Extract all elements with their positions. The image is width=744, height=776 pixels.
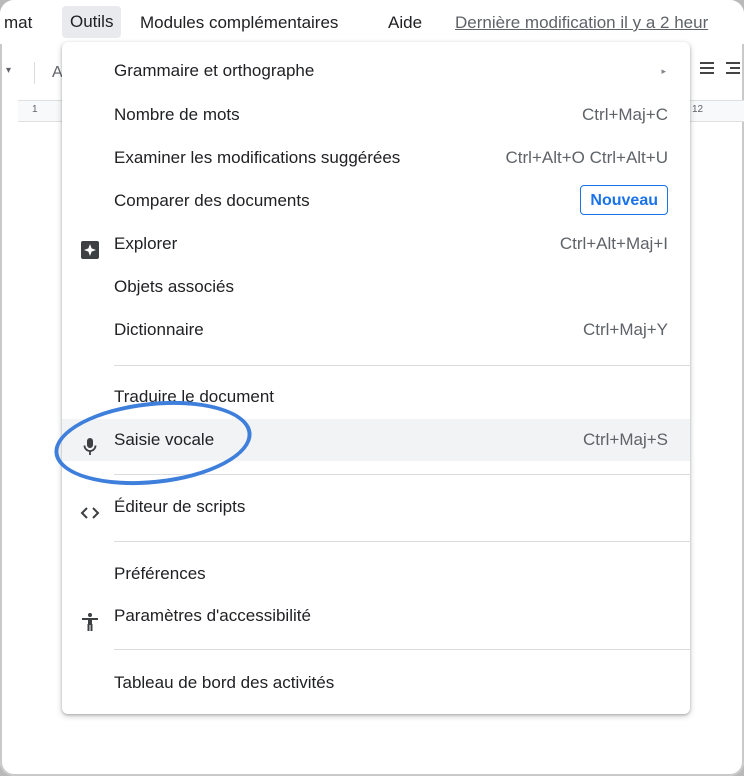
menu-aide[interactable]: Aide xyxy=(388,12,422,34)
menu-item-preferences[interactable]: Préférences xyxy=(62,553,690,595)
code-icon xyxy=(80,497,100,519)
align-right-icon[interactable] xyxy=(726,62,740,78)
menu-separator xyxy=(114,541,690,542)
toolbar-divider xyxy=(34,62,35,84)
menu-item-explorer[interactable]: Explorer Ctrl+Alt+Maj+I xyxy=(62,223,690,265)
menu-item-label: Saisie vocale xyxy=(114,430,215,449)
new-badge: Nouveau xyxy=(580,185,668,215)
ruler-mark-right: 12 xyxy=(692,104,704,115)
menu-separator xyxy=(114,474,690,475)
menu-item-shortcut: Ctrl+Alt+Maj+I xyxy=(559,234,668,253)
menu-item-objets-associes[interactable]: Objets associés xyxy=(62,266,690,308)
menu-item-traduire-document[interactable]: Traduire le document xyxy=(62,376,690,418)
submenu-arrow-icon: ▸ xyxy=(661,66,666,76)
menu-item-label: Préférences xyxy=(114,564,206,583)
menu-bar: mat Outils Modules complémentaires Aide … xyxy=(0,0,744,44)
menu-item-nombre-de-mots[interactable]: Nombre de mots Ctrl+Maj+C xyxy=(62,94,690,136)
explore-icon xyxy=(80,234,100,259)
menu-separator xyxy=(114,365,690,366)
menu-outils[interactable]: Outils xyxy=(62,6,122,38)
menu-item-comparer-documents[interactable]: Comparer des documents Nouveau xyxy=(62,180,690,222)
menu-item-grammaire[interactable]: Grammaire et orthographe ▸ xyxy=(62,50,690,92)
menu-item-label: Dictionnaire xyxy=(114,320,204,339)
menu-item-label: Comparer des documents xyxy=(114,191,310,210)
menu-item-editeur-scripts[interactable]: Éditeur de scripts xyxy=(62,486,690,528)
menu-item-label: Objets associés xyxy=(114,277,234,296)
menu-format[interactable]: mat xyxy=(4,12,32,34)
outils-dropdown-menu: Grammaire et orthographe ▸ Nombre de mot… xyxy=(62,42,690,714)
menu-item-label: Traduire le document xyxy=(114,387,275,406)
menu-item-label: Tableau de bord des activités xyxy=(114,673,335,692)
dropdown-caret-icon[interactable]: ▾ xyxy=(6,65,11,76)
menu-item-dictionnaire[interactable]: Dictionnaire Ctrl+Maj+Y xyxy=(62,309,690,351)
menu-item-shortcut: Ctrl+Alt+O Ctrl+Alt+U xyxy=(505,148,669,167)
menu-item-accessibilite[interactable]: Paramètres d'accessibilité xyxy=(62,595,690,637)
menu-item-label: Grammaire et orthographe xyxy=(114,61,315,80)
menu-item-saisie-vocale[interactable]: Saisie vocale Ctrl+Maj+S xyxy=(62,419,690,461)
app-window: mat Outils Modules complémentaires Aide … xyxy=(0,0,744,776)
menu-item-shortcut: Ctrl+Maj+C xyxy=(582,105,668,124)
menu-item-shortcut: Ctrl+Maj+S xyxy=(582,430,668,449)
menu-item-examiner-modifications[interactable]: Examiner les modifications suggérées Ctr… xyxy=(62,137,690,179)
menu-item-tableau-de-bord[interactable]: Tableau de bord des activités xyxy=(62,662,690,704)
menu-item-shortcut: Ctrl+Maj+Y xyxy=(582,320,668,339)
menu-item-label: Nombre de mots xyxy=(114,105,240,124)
menu-separator xyxy=(114,649,690,650)
menu-item-label: Éditeur de scripts xyxy=(114,497,246,516)
ruler-mark-left: 1 xyxy=(32,104,38,115)
menu-item-label: Explorer xyxy=(114,234,178,253)
microphone-icon xyxy=(80,430,100,455)
last-edit-link[interactable]: Dernière modification il y a 2 heur xyxy=(455,12,708,34)
align-justify-icon[interactable] xyxy=(700,62,714,78)
menu-modules-complementaires[interactable]: Modules complémentaires xyxy=(140,12,338,34)
menu-item-label: Examiner les modifications suggérées xyxy=(114,148,401,167)
accessibility-icon xyxy=(80,606,100,631)
menu-item-label: Paramètres d'accessibilité xyxy=(114,606,311,625)
